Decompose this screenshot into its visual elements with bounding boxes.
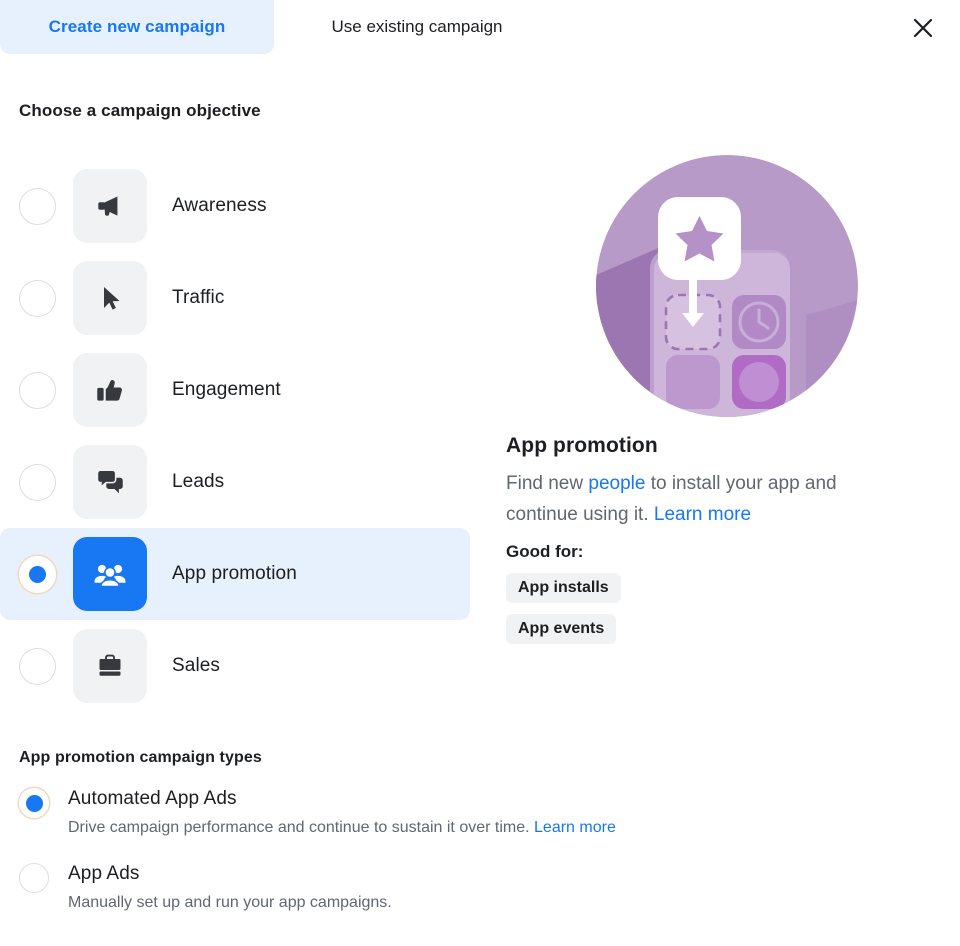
info-panel-description: Find new people to install your app and … [506, 468, 906, 530]
radio-leads[interactable] [19, 463, 56, 501]
chip-row-app-installs: App installs [506, 562, 926, 603]
campaign-type-label-app-ads: App Ads [68, 863, 140, 884]
dialog-header: Create new campaign Use existing campaig… [0, 0, 960, 56]
radio-automated-app-ads[interactable] [19, 788, 49, 818]
objective-row-traffic[interactable]: Traffic [0, 252, 470, 344]
radio-traffic[interactable] [19, 279, 56, 317]
icon-tile-leads [73, 445, 147, 519]
info-desc-part1: Find new [506, 473, 589, 494]
campaign-type-desc-automated-app-ads: Drive campaign performance and continue … [68, 817, 616, 839]
objective-label-app-promotion: App promotion [172, 563, 297, 584]
campaign-type-desc-app-ads: Manually set up and run your app campaig… [68, 894, 392, 911]
objective-row-sales[interactable]: Sales [0, 620, 470, 712]
objective-label-sales: Sales [172, 655, 221, 676]
objective-row-app-promotion[interactable]: App promotion [0, 528, 470, 620]
objective-row-engagement[interactable]: Engagement [0, 344, 470, 436]
cursor-arrow-icon [104, 287, 120, 310]
radio-app-promotion[interactable] [19, 555, 56, 593]
close-icon [913, 18, 933, 38]
campaign-type-text-automated-app-ads: Automated App Ads Drive campaign perform… [68, 786, 616, 839]
objective-row-leads[interactable]: Leads [0, 436, 470, 528]
icon-tile-awareness [73, 169, 147, 243]
tab-create-new-campaign-label: Create new campaign [48, 17, 226, 36]
icon-tile-traffic [73, 261, 147, 335]
campaign-type-desc-text: Drive campaign performance and continue … [68, 819, 535, 836]
chip-row-app-events: App events [506, 603, 926, 644]
learn-more-link[interactable]: Learn more [654, 504, 751, 525]
objective-label-engagement: Engagement [172, 379, 281, 400]
tab-use-existing-campaign[interactable]: Use existing campaign [274, 0, 560, 54]
close-button[interactable] [904, 9, 942, 47]
thumbs-up-icon [97, 380, 122, 401]
icon-tile-engagement [73, 353, 147, 427]
megaphone-icon [98, 196, 118, 216]
radio-app-ads[interactable] [19, 863, 49, 893]
campaign-type-row-automated-app-ads[interactable]: Automated App Ads Drive campaign perform… [19, 786, 899, 839]
tab-create-new-campaign[interactable]: Create new campaign [0, 0, 274, 54]
objective-label-traffic: Traffic [172, 287, 225, 308]
people-link[interactable]: people [588, 473, 645, 494]
objective-section-title: Choose a campaign objective [19, 101, 261, 120]
good-for-label: Good for: [506, 542, 584, 561]
objective-label-leads: Leads [172, 471, 225, 492]
automated-app-ads-learn-more-link[interactable]: Learn more [534, 819, 616, 836]
chat-bubbles-icon [96, 469, 123, 494]
people-group-icon [94, 564, 126, 588]
objective-list: Awareness Traffic Engagement Leads App p… [0, 160, 470, 712]
radio-sales[interactable] [19, 647, 56, 685]
campaign-type-row-app-ads[interactable]: App Ads Manually set up and run your app… [19, 861, 899, 914]
campaign-type-text-app-ads: App Ads Manually set up and run your app… [68, 861, 392, 914]
radio-dot [29, 565, 46, 583]
icon-tile-sales [73, 629, 147, 703]
objective-info-panel: App promotion Find new people to install… [506, 155, 926, 644]
campaign-types-title: App promotion campaign types [19, 749, 262, 766]
briefcase-icon [99, 654, 121, 676]
app-install-illustration [596, 155, 858, 417]
chip-app-installs: App installs [506, 573, 621, 603]
radio-engagement[interactable] [19, 371, 56, 409]
info-panel-title: App promotion [506, 434, 658, 457]
tab-use-existing-campaign-label: Use existing campaign [331, 17, 503, 36]
objective-row-awareness[interactable]: Awareness [0, 160, 470, 252]
campaign-type-label-automated-app-ads: Automated App Ads [68, 788, 237, 809]
app-install-illustration-svg [596, 155, 858, 417]
radio-dot [25, 794, 43, 812]
radio-awareness[interactable] [19, 187, 56, 225]
icon-tile-app-promotion [73, 537, 147, 611]
chip-app-events: App events [506, 614, 617, 644]
campaign-types-list: Automated App Ads Drive campaign perform… [19, 786, 899, 936]
objective-label-awareness: Awareness [172, 195, 267, 216]
